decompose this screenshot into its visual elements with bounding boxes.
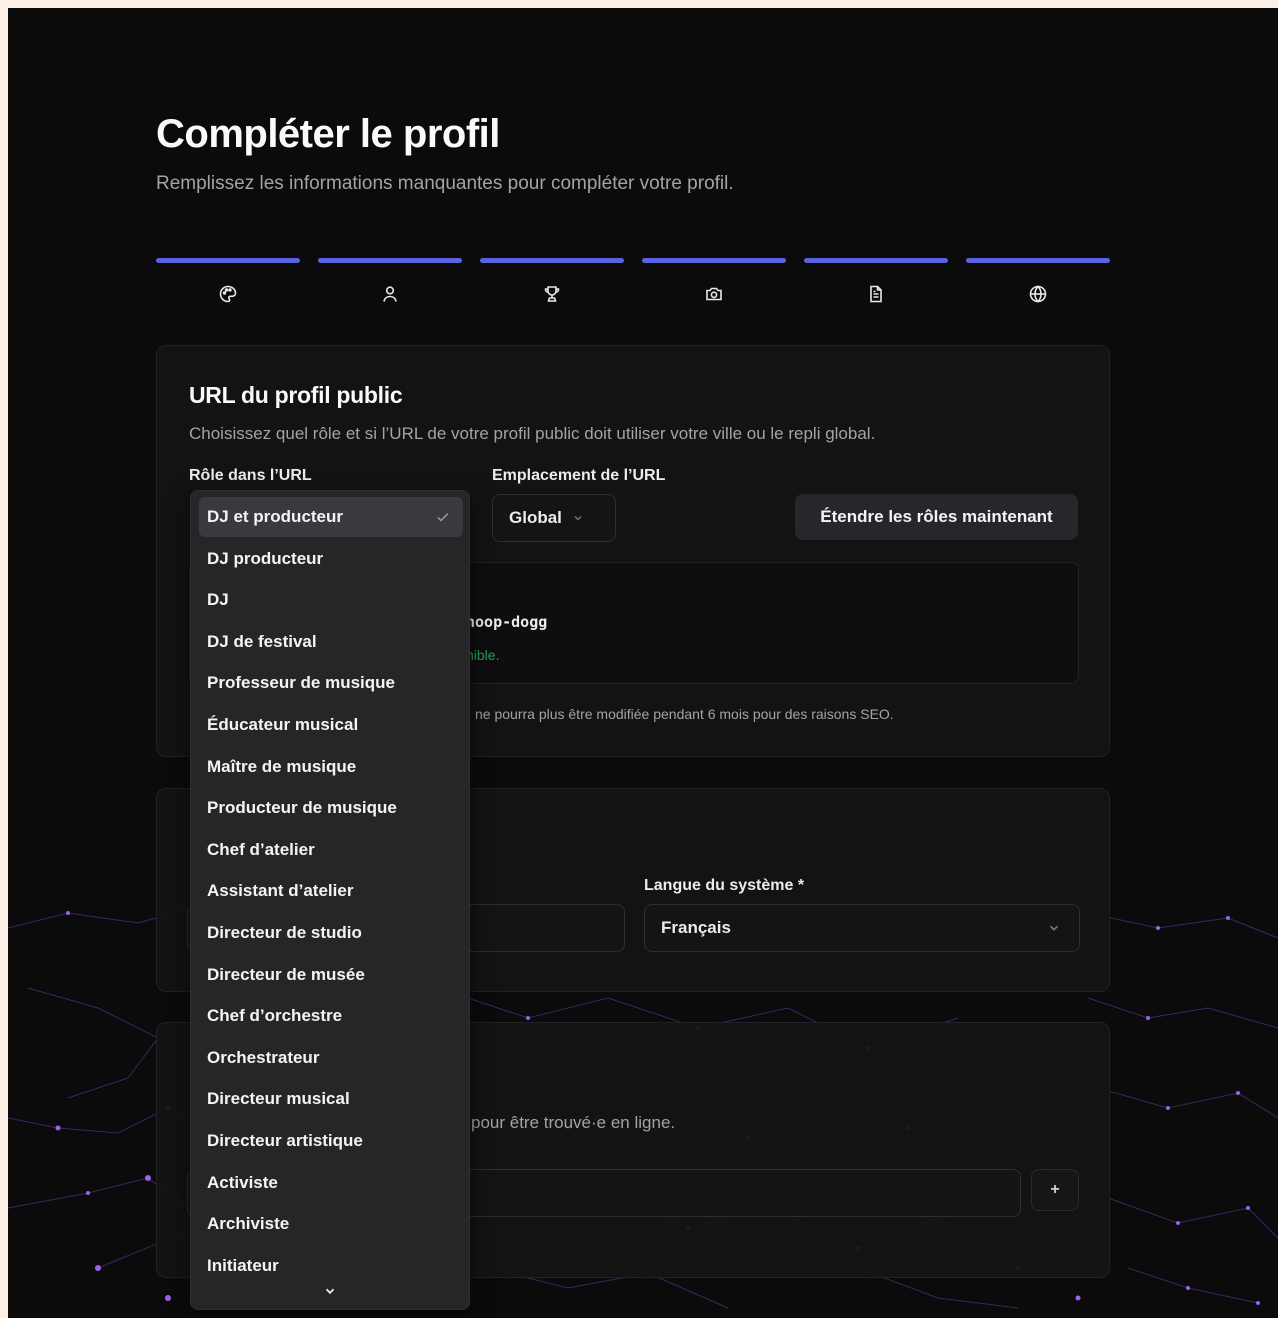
role-option-label: Directeur musical [207,1089,350,1109]
step-bar-5 [804,258,948,263]
role-option-label: Maître de musique [207,756,357,776]
chevron-down-icon[interactable] [323,1284,337,1298]
role-option[interactable]: Professeur de musique [199,663,463,703]
url-preview-text: noop-dogg [466,613,548,631]
step-1-button[interactable] [156,282,300,306]
system-language-select[interactable]: Français [644,904,1080,952]
step-bar-2 [318,258,462,263]
role-option[interactable]: Assistant d’atelier [199,871,463,911]
role-option[interactable]: DJ [199,580,463,620]
role-option[interactable]: Directeur musical [199,1079,463,1119]
trophy-icon [544,286,560,302]
step-bar-6 [966,258,1110,263]
role-option-label: DJ et producteur [207,507,344,526]
app-window: Compléter le profil Remplissez les infor… [8,8,1278,1318]
role-option[interactable]: Chef d’orchestre [199,996,463,1036]
location-select-value: Global [509,508,562,527]
palette-icon [219,285,237,303]
step-4-button[interactable] [642,282,786,306]
add-link-button[interactable]: + [1031,1169,1079,1211]
role-option-label: DJ de festival [207,631,317,651]
location-label: Emplacement de l’URL [492,467,666,484]
role-option[interactable]: Orchestrateur [199,1038,463,1078]
step-3-button[interactable] [480,282,624,306]
role-option-label: Directeur artistique [207,1131,363,1150]
role-option[interactable]: Producteur de musique [199,788,463,828]
role-option[interactable]: DJ producteur [199,539,463,579]
url-card-description: Choisissez quel rôle et si l’URL de votr… [189,424,876,443]
role-option[interactable]: Directeur artistique [199,1121,463,1161]
role-option-label: Initiateur [207,1255,279,1275]
step-5-button[interactable] [804,282,948,306]
role-option-label: Producteur de musique [207,798,397,818]
role-option[interactable]: Initiateur [199,1246,463,1286]
extend-roles-button[interactable]: Étendre les rôles maintenant [795,494,1078,540]
system-language-value: Français [661,918,731,937]
step-6-button[interactable] [966,282,1110,306]
user-icon [383,286,397,302]
role-option-label: Assistant d’atelier [207,881,354,901]
role-label: Rôle dans l’URL [189,467,312,484]
role-option-label: Chef d’orchestre [207,1006,343,1026]
role-option-label: Chef d’atelier [207,839,315,859]
role-option[interactable]: Directeur de musée [199,955,463,995]
role-dropdown-menu[interactable]: DJ et producteur DJ producteur DJ DJ de fes… [190,490,470,1310]
globe-icon [1029,285,1047,303]
role-option-label: Orchestrateur [207,1047,320,1067]
role-option-label: Professeur de musique [207,673,396,693]
location-select[interactable]: Global [492,494,616,542]
role-option-label: Activiste [207,1172,278,1192]
role-option[interactable]: Activiste [199,1163,463,1203]
role-option[interactable]: Maître de musique [199,747,463,787]
camera-icon [706,287,722,301]
role-option[interactable]: DJ de festival [199,622,463,662]
page-subtitle: Remplissez les informations manquantes p… [156,173,734,194]
step-bar-4 [642,258,786,263]
role-option[interactable]: Archiviste [199,1204,463,1244]
step-2-button[interactable] [318,282,462,306]
chevron-down-icon [1049,925,1059,931]
url-change-notice: ne pourra plus être modifiée pendant 6 m… [475,706,894,722]
check-icon [437,512,449,522]
step-bar-3 [480,258,624,263]
page-title: Compléter le profil [156,112,500,156]
role-option[interactable]: Éducateur musical [199,705,463,745]
role-option[interactable]: Directeur de studio [199,913,463,953]
role-option-label: DJ producteur [207,548,324,568]
role-option-label: DJ [207,590,229,610]
online-presence-description: pour être trouvé·e en ligne. [471,1113,676,1132]
role-option-label: Éducateur musical [207,715,359,734]
role-option-label: Directeur de musée [207,964,365,984]
role-option[interactable]: Chef d’atelier [199,830,463,870]
step-bar-1 [156,258,300,263]
role-option-label: Directeur de studio [207,923,362,942]
role-option[interactable]: DJ et producteur [199,497,463,537]
url-availability-text: nible. [466,647,500,663]
role-option-label: Archiviste [207,1214,290,1234]
chevron-down-icon [574,516,582,521]
document-icon [870,285,882,303]
url-card-title: URL du profil public [189,382,403,408]
system-language-label: Langue du système * [644,877,805,894]
